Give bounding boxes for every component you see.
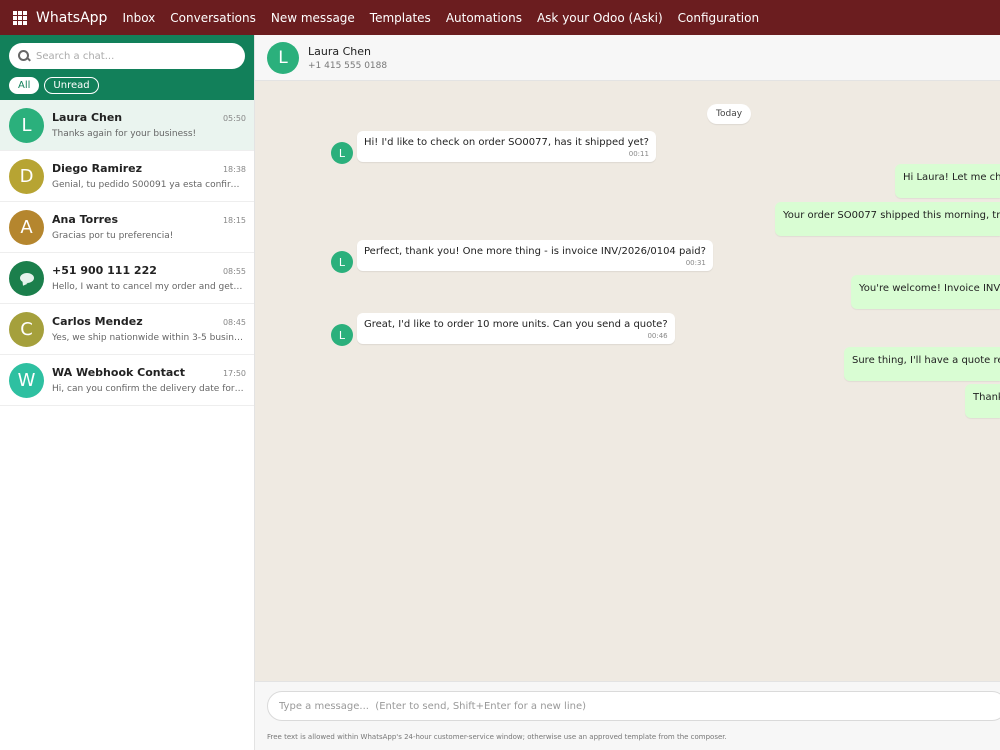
- conversation-item[interactable]: L Laura Chen 05:50 Thanks again for your…: [0, 100, 254, 151]
- avatar: C: [9, 311, 44, 347]
- nav-automations[interactable]: Automations: [446, 11, 522, 25]
- top-navbar: WhatsApp Inbox Conversations New message…: [0, 0, 1000, 35]
- search-icon: [18, 50, 30, 62]
- nav-ask-odoo[interactable]: Ask your Odoo (Aski): [537, 11, 663, 25]
- conversation-preview: Hi, can you confirm the delivery date fo…: [52, 384, 244, 394]
- nav-configuration[interactable]: Configuration: [678, 11, 759, 25]
- conversation-name: Laura Chen: [52, 111, 123, 124]
- conversation-name: WA Webhook Contact: [52, 366, 186, 379]
- sender-avatar: L: [331, 142, 353, 164]
- message-text: Great, I'd like to order 10 more units. …: [364, 319, 668, 330]
- message-text: Hi! I'd like to check on order SO0077, h…: [364, 137, 649, 148]
- search-box[interactable]: [9, 43, 245, 69]
- conversation-time: 05:50: [222, 114, 246, 123]
- sender-avatar: L: [331, 251, 353, 273]
- incoming-message: L Hi! I'd like to check on order SO0077,…: [331, 131, 656, 164]
- outgoing-message: Hi Laura! Let me chec: [895, 164, 1000, 198]
- nav-conversations[interactable]: Conversations: [170, 11, 256, 25]
- conversation-time: 18:15: [222, 216, 246, 225]
- search-input[interactable]: [36, 50, 226, 62]
- conversation-name: +51 900 111 222: [52, 264, 157, 277]
- chat-header: L Laura Chen +1 415 555 0188: [255, 35, 1000, 81]
- conversation-item[interactable]: D Diego Ramirez 18:38 Genial, tu pedido …: [0, 151, 254, 202]
- outgoing-message: Your order SO0077 shipped this morning, …: [775, 202, 1000, 236]
- avatar: D: [9, 158, 44, 194]
- conversation-item[interactable]: C Carlos Mendez 08:45 Yes, we ship natio…: [0, 304, 254, 355]
- filter-unread[interactable]: Unread: [44, 77, 99, 94]
- outgoing-message: Sure thing, I'll have a quote read: [844, 347, 1000, 381]
- sidebar-header: All Unread: [0, 35, 254, 100]
- message-time: 00:31: [685, 259, 706, 267]
- date-separator: Today: [707, 104, 752, 124]
- nav-templates[interactable]: Templates: [370, 11, 431, 25]
- contact-name[interactable]: Laura Chen: [308, 45, 387, 58]
- conversation-preview: Thanks again for your business!: [52, 129, 197, 139]
- message-bubble: Hi! I'd like to check on order SO0077, h…: [357, 131, 656, 162]
- app-title[interactable]: WhatsApp: [36, 10, 107, 26]
- conversation-preview: Yes, we ship nationwide within 3-5 busin…: [52, 333, 244, 343]
- message-input[interactable]: [267, 691, 1000, 721]
- contact-avatar[interactable]: L: [267, 41, 299, 74]
- incoming-message: L Perfect, thank you! One more thing - i…: [331, 240, 713, 273]
- conversation-preview: Hello, I want to cancel my order and get…: [52, 282, 244, 292]
- conversation-item[interactable]: A Ana Torres 18:15 Gracias por tu prefer…: [0, 202, 254, 253]
- message-time: 00:11: [628, 150, 649, 158]
- outgoing-message: Thank: [965, 384, 1000, 418]
- conversation-name: Carlos Mendez: [52, 315, 143, 328]
- chat-panel: L Laura Chen +1 415 555 0188 Today L Hi!…: [255, 35, 1000, 750]
- conversation-time: 08:55: [222, 267, 246, 276]
- chat-bubble-icon: [19, 273, 34, 283]
- nav-inbox[interactable]: Inbox: [122, 11, 155, 25]
- conversation-name: Ana Torres: [52, 213, 119, 226]
- conversation-item[interactable]: W WA Webhook Contact 17:50 Hi, can you c…: [0, 355, 254, 406]
- conversation-time: 08:45: [222, 318, 246, 327]
- composer-note: Free text is allowed within WhatsApp's 2…: [267, 733, 727, 741]
- apps-grid-icon[interactable]: [13, 10, 27, 25]
- message-bubble: Perfect, thank you! One more thing - is …: [357, 240, 713, 271]
- filter-all[interactable]: All: [9, 77, 40, 94]
- filter-chips: All Unread: [9, 77, 254, 94]
- message-bubble: Great, I'd like to order 10 more units. …: [357, 313, 675, 344]
- conversation-preview: Genial, tu pedido S00091 ya esta confirm…: [52, 180, 244, 190]
- avatar: W: [9, 362, 44, 398]
- avatar: L: [9, 107, 44, 143]
- avatar: [9, 260, 44, 296]
- message-time: 00:46: [647, 332, 668, 340]
- conversation-time: 18:38: [222, 165, 246, 174]
- composer: Free text is allowed within WhatsApp's 2…: [255, 681, 1000, 750]
- conversation-item[interactable]: +51 900 111 222 08:55 Hello, I want to c…: [0, 253, 254, 304]
- nav-new-message[interactable]: New message: [271, 11, 355, 25]
- avatar: A: [9, 209, 44, 245]
- conversation-name: Diego Ramirez: [52, 162, 143, 175]
- outgoing-message: You're welcome! Invoice INV/2: [851, 275, 1000, 309]
- sender-avatar: L: [331, 324, 353, 346]
- message-text: Perfect, thank you! One more thing - is …: [364, 246, 706, 257]
- incoming-message: L Great, I'd like to order 10 more units…: [331, 313, 675, 346]
- contact-phone: +1 415 555 0188: [308, 60, 388, 71]
- conversation-sidebar: All Unread L Laura Chen 05:50 Thanks aga…: [0, 35, 255, 750]
- conversation-preview: Gracias por tu preferencia!: [52, 231, 174, 241]
- conversation-time: 17:50: [222, 369, 246, 378]
